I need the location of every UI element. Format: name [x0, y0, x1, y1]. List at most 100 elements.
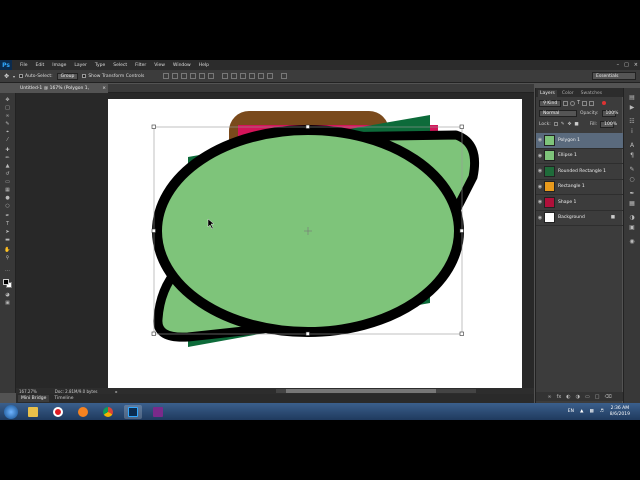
tab-color[interactable]: Color: [560, 90, 576, 97]
filter-toggle-icon[interactable]: [602, 101, 607, 105]
stamp-tool-icon[interactable]: ▲: [3, 163, 12, 169]
visibility-eye-icon[interactable]: ◉: [536, 184, 544, 190]
filter-type-icon[interactable]: T: [577, 100, 580, 106]
status-arrow-icon[interactable]: ▸: [116, 389, 118, 394]
auto-align-icon[interactable]: [281, 73, 288, 79]
foreground-color-swatch[interactable]: [3, 279, 9, 285]
menu-image[interactable]: Image: [48, 63, 70, 68]
menu-view[interactable]: View: [150, 63, 169, 68]
brush-tool-icon[interactable]: ✏: [3, 155, 12, 161]
actions-icon[interactable]: ▶: [628, 104, 636, 111]
move-tool-icon[interactable]: ✥: [3, 97, 12, 103]
layer-row[interactable]: ◉ Shape 1: [536, 195, 623, 211]
delete-layer-icon[interactable]: ⌫: [605, 394, 612, 400]
align-vcenter-icon[interactable]: [172, 73, 179, 79]
layer-row[interactable]: ◉ Ellipse 1: [536, 149, 623, 164]
visibility-eye-icon[interactable]: ◉: [536, 153, 544, 159]
properties-icon[interactable]: ☷: [628, 118, 636, 125]
photoshop-taskbar-icon[interactable]: [124, 404, 142, 419]
menu-layer[interactable]: Layer: [70, 63, 91, 68]
lock-pixels-icon[interactable]: ✎: [561, 122, 565, 127]
auto-select-dropdown[interactable]: Group: [56, 72, 79, 80]
transform-handle[interactable]: [151, 331, 156, 336]
volume-icon[interactable]: ♬: [600, 409, 604, 414]
layer-row[interactable]: ◉ Polygon 1: [536, 133, 623, 149]
type-tool-icon[interactable]: T: [3, 221, 12, 227]
crop-tool-icon[interactable]: ⌖: [3, 129, 12, 135]
close-tab-icon[interactable]: ×: [102, 84, 106, 93]
eraser-tool-icon[interactable]: ▭: [3, 179, 12, 185]
menu-file[interactable]: File: [16, 63, 32, 68]
opacity-input[interactable]: 100%: [601, 109, 618, 117]
menu-type[interactable]: Type: [91, 63, 109, 68]
clock[interactable]: 2:36 AM 8/6/2019: [610, 406, 630, 417]
transform-handle[interactable]: [459, 228, 464, 233]
tab-mini-bridge[interactable]: Mini Bridge: [18, 395, 50, 402]
document-tab[interactable]: Untitled-1 @ 167% (Polygon 1, CMYK/8) * …: [16, 84, 108, 100]
align-left-icon[interactable]: [190, 73, 197, 79]
auto-select-checkbox[interactable]: Auto-Select:: [19, 74, 53, 79]
transform-handle[interactable]: [305, 124, 310, 129]
distribute-left-icon[interactable]: [249, 73, 256, 79]
styles-icon[interactable]: ▣: [628, 224, 636, 231]
tray-arrow-icon[interactable]: ▲: [580, 409, 583, 414]
path-select-tool-icon[interactable]: ➤: [3, 229, 12, 235]
quick-select-tool-icon[interactable]: ✎: [3, 121, 12, 127]
transform-handle[interactable]: [151, 124, 156, 129]
filter-smart-object-icon[interactable]: [589, 100, 595, 106]
tool-preset-chevron-icon[interactable]: ▾: [13, 74, 15, 79]
menu-filter[interactable]: Filter: [131, 63, 150, 68]
firefox-taskbar-icon[interactable]: [74, 405, 92, 419]
fill-input[interactable]: 100%: [600, 120, 617, 128]
canvas-area[interactable]: [16, 93, 534, 389]
lock-position-icon[interactable]: ✥: [568, 122, 572, 127]
visibility-eye-icon[interactable]: ◉: [536, 137, 544, 143]
marquee-tool-icon[interactable]: □: [3, 105, 12, 111]
paragraph-icon[interactable]: ¶: [628, 152, 636, 159]
blur-tool-icon[interactable]: ●: [3, 195, 12, 201]
quick-mask-icon[interactable]: ◕: [3, 292, 12, 298]
navigator-icon[interactable]: ◉: [628, 238, 636, 245]
distribute-bottom-icon[interactable]: [240, 73, 247, 79]
layer-style-icon[interactable]: fx: [557, 394, 562, 400]
hand-tool-icon[interactable]: ✋: [3, 247, 12, 253]
align-right-icon[interactable]: [208, 73, 215, 79]
transform-handle[interactable]: [459, 124, 464, 129]
dodge-tool-icon[interactable]: ○: [3, 203, 12, 209]
scrollbar-thumb[interactable]: [286, 389, 436, 393]
character-icon[interactable]: A: [628, 142, 636, 149]
visibility-eye-icon[interactable]: ◉: [536, 215, 544, 221]
lock-all-icon[interactable]: ■: [574, 122, 578, 127]
adjustment-layer-icon[interactable]: ◑: [576, 394, 580, 400]
opera-taskbar-icon[interactable]: [49, 405, 67, 419]
align-hcenter-icon[interactable]: [199, 73, 206, 79]
app-taskbar-icon[interactable]: [149, 405, 167, 419]
show-transform-checkbox[interactable]: Show Transform Controls: [82, 74, 144, 79]
filter-kind-dropdown[interactable]: ⚲ Kind: [539, 99, 561, 107]
transform-handle[interactable]: [459, 331, 464, 336]
layer-row[interactable]: ◉ Background ■: [536, 211, 623, 226]
layer-row[interactable]: ◉ Rounded Rectangle 1: [536, 164, 623, 180]
history-brush-tool-icon[interactable]: ↺: [3, 171, 12, 177]
transform-handle[interactable]: [151, 228, 156, 233]
visibility-eye-icon[interactable]: ◉: [536, 168, 544, 174]
paths-icon[interactable]: ✒: [628, 190, 636, 197]
move-tool-icon[interactable]: ✥: [4, 73, 9, 80]
filter-adjustment-icon[interactable]: [570, 100, 575, 106]
tab-layers[interactable]: Layers: [538, 90, 557, 97]
gradient-tool-icon[interactable]: ▦: [3, 187, 12, 193]
new-layer-icon[interactable]: □: [595, 394, 600, 400]
menu-help[interactable]: Help: [195, 63, 213, 68]
filter-pixel-icon[interactable]: [563, 100, 568, 106]
visibility-eye-icon[interactable]: ◉: [536, 199, 544, 205]
channels-icon[interactable]: ▦: [628, 200, 636, 207]
new-group-icon[interactable]: ▭: [585, 394, 590, 400]
minimize-icon[interactable]: –: [617, 62, 620, 68]
menu-edit[interactable]: Edit: [32, 63, 49, 68]
pen-tool-icon[interactable]: ✒: [3, 213, 12, 219]
tab-swatches[interactable]: Swatches: [579, 90, 605, 97]
layer-row[interactable]: ◉ Rectangle 1: [536, 180, 623, 195]
zoom-level[interactable]: 167.27%: [19, 389, 37, 394]
link-layers-icon[interactable]: ∞: [547, 394, 551, 400]
close-icon[interactable]: ×: [634, 62, 638, 68]
